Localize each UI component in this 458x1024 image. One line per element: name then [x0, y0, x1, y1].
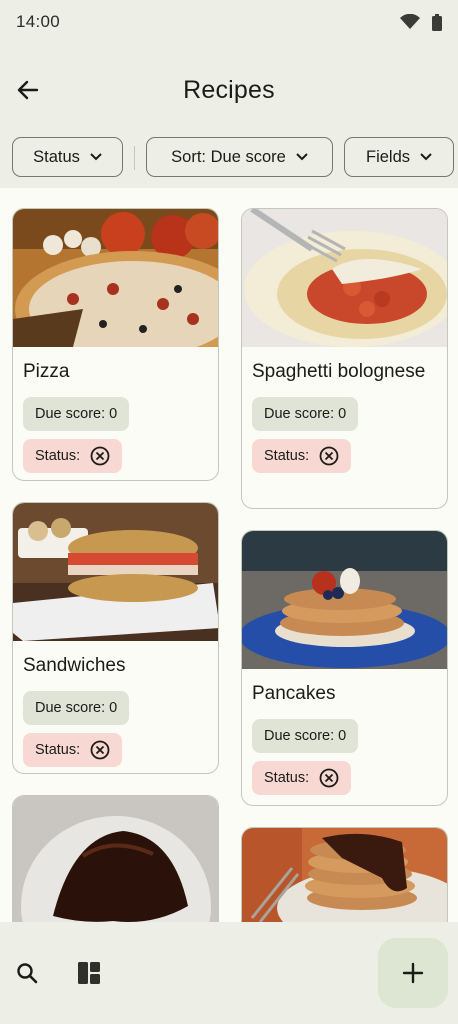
- due-score-badge: Due score: 0: [23, 691, 130, 725]
- status-time: 14:00: [16, 12, 61, 31]
- chevron-down-icon: [420, 153, 432, 161]
- recipe-card-pancake-stack[interactable]: [241, 827, 448, 922]
- status-filter-label: Status: [33, 147, 80, 166]
- app-bar: Recipes: [0, 62, 458, 122]
- recipe-name: Sandwiches: [23, 655, 126, 676]
- sort-chip[interactable]: Sort: Due score: [146, 137, 333, 177]
- recipe-card-spaghetti-bolognese[interactable]: Spaghetti bolognese Due score: 0 Status:: [241, 208, 448, 509]
- top-bar-area: 14:00 Recipes Status Sort: Due score Fie…: [0, 0, 458, 188]
- status-label: Status:: [264, 770, 310, 786]
- status-label: Status:: [264, 448, 310, 464]
- search-button[interactable]: [10, 956, 44, 990]
- pizza-image: [13, 209, 218, 347]
- layout-icon: [78, 962, 100, 984]
- status-badge: Status:: [23, 733, 123, 767]
- recipe-card-dessert[interactable]: [12, 795, 219, 922]
- cancel-circle-icon: [90, 446, 110, 466]
- sandwiches-image: [13, 503, 218, 641]
- due-score-badge: Due score: 0: [23, 397, 130, 431]
- recipe-name: Pancakes: [252, 683, 336, 704]
- fields-chip[interactable]: Fields: [344, 137, 454, 177]
- status-filter-chip[interactable]: Status: [12, 137, 123, 177]
- add-recipe-fab[interactable]: [378, 938, 448, 1008]
- recipe-name: Spaghetti bolognese: [252, 361, 426, 382]
- status-label: Status:: [35, 448, 81, 464]
- spaghetti-image: [242, 209, 447, 347]
- fields-label: Fields: [365, 147, 410, 166]
- recipe-card-pizza[interactable]: Pizza Due score: 0 Status:: [12, 208, 219, 481]
- filter-chips: Status Sort: Due score Fields: [0, 137, 458, 177]
- pancake-stack-image: [242, 828, 447, 922]
- status-badge: Status:: [23, 439, 123, 473]
- cancel-circle-icon: [319, 768, 339, 788]
- due-score-label: Due score: 0: [264, 406, 347, 422]
- cancel-circle-icon: [319, 446, 339, 466]
- recipe-card-pancakes[interactable]: Pancakes Due score: 0 Status:: [241, 530, 448, 806]
- dessert-image: [13, 796, 218, 922]
- due-score-badge: Due score: 0: [252, 719, 359, 753]
- sort-label: Sort: Due score: [171, 147, 286, 166]
- recipe-name: Pizza: [23, 361, 70, 382]
- system-icons: [400, 13, 442, 31]
- layout-button[interactable]: [72, 956, 106, 990]
- add-icon: [402, 962, 424, 984]
- status-bar: 14:00: [0, 0, 458, 44]
- chevron-down-icon: [296, 153, 308, 161]
- chevron-down-icon: [90, 153, 102, 161]
- search-icon: [17, 963, 38, 984]
- due-score-label: Due score: 0: [35, 406, 118, 422]
- pancakes-image: [242, 531, 447, 669]
- status-label: Status:: [35, 742, 81, 758]
- cancel-circle-icon: [90, 740, 110, 760]
- recipe-card-sandwiches[interactable]: Sandwiches Due score: 0 Status:: [12, 502, 219, 774]
- due-score-label: Due score: 0: [264, 728, 347, 744]
- recipe-grid[interactable]: Pizza Due score: 0 Status: Spaghetti bol…: [0, 188, 458, 922]
- page-title: Recipes: [183, 76, 275, 104]
- battery-icon: [432, 13, 442, 31]
- due-score-label: Due score: 0: [35, 700, 118, 716]
- status-badge: Status:: [252, 439, 352, 473]
- chip-divider: [134, 146, 135, 170]
- status-badge: Status:: [252, 761, 352, 795]
- due-score-badge: Due score: 0: [252, 397, 359, 431]
- bottom-app-bar: [0, 922, 458, 1024]
- wifi-icon: [400, 14, 420, 29]
